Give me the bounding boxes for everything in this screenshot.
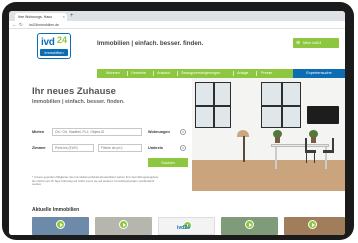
- room-table: [271, 144, 329, 147]
- browser-window: Ihre Wohnungs- Haus × + ← ↻ ivd24immobil…: [9, 11, 345, 235]
- room-chair: [305, 138, 307, 150]
- hero-title: Ihr neues Zuhause: [32, 86, 116, 97]
- listings-section: Aktuelle Immobilien ivd24: [9, 191, 345, 235]
- room-window: [261, 82, 301, 128]
- member-login-button[interactable]: ⊕ Mein ivd24: [293, 38, 339, 48]
- chair-leg: [306, 153, 307, 163]
- reload-icon[interactable]: ↻: [19, 21, 23, 29]
- nav-item-presse[interactable]: Presse: [261, 69, 272, 78]
- nav-divider: [233, 71, 234, 76]
- umkreis-label: Umkreis: [148, 146, 163, 150]
- new-tab-button[interactable]: +: [70, 12, 74, 20]
- url-field[interactable]: ivd24immobilien.de: [29, 22, 59, 28]
- location-input[interactable]: Ort / Ort, Stadtteil, PLZ, Objekt-ID: [52, 128, 142, 136]
- search-panel: Ihr neues Zuhause Immobilien | einfach. …: [9, 78, 192, 191]
- price-input[interactable]: Preis bis (EUR): [52, 144, 94, 152]
- member-login-label: Mein ivd24: [303, 41, 322, 45]
- plant-pot: [275, 137, 280, 143]
- chair-leg: [314, 153, 315, 163]
- room-floor: [177, 160, 345, 191]
- ivd24-logo[interactable]: ivd 24 immobilien: [37, 33, 71, 59]
- listing-thumbnail[interactable]: [284, 217, 345, 235]
- nav-bar-green: Wohnen Gewerbe Ausland Zwangsversteigeru…: [97, 69, 293, 78]
- hero-section: Ihr neues Zuhause Immobilien | einfach. …: [9, 78, 345, 191]
- browser-tab[interactable]: Ihre Wohnungs- Haus ×: [15, 13, 67, 21]
- search-disclaimer: * Unsere geprüften Mitglieder des Immobi…: [32, 175, 159, 186]
- expert-search-button[interactable]: Expertensuche: [293, 69, 345, 78]
- listing-thumbnail[interactable]: ivd24: [158, 217, 215, 235]
- nav-divider: [256, 71, 257, 76]
- nav-divider: [177, 71, 178, 76]
- site-tagline: Immobilien | einfach. besser. finden.: [97, 40, 204, 47]
- hero-subtitle: Immobilien | einfach. besser. finden.: [32, 99, 125, 105]
- nav-item-ausland[interactable]: Ausland: [157, 69, 170, 78]
- listing-thumbnail[interactable]: [32, 217, 89, 235]
- main-nav: Wohnen Gewerbe Ausland Zwangsversteigeru…: [9, 69, 345, 78]
- table-leg: [275, 147, 277, 169]
- logo-number: 24: [57, 35, 68, 45]
- play-icon[interactable]: [308, 220, 317, 229]
- area-input[interactable]: Fläche ab (m²): [98, 144, 142, 152]
- tablet-frame: Ihre Wohnungs- Haus × + ← ↻ ivd24immobil…: [2, 2, 354, 240]
- listing-thumbnail[interactable]: [95, 217, 152, 235]
- rooms-stepper[interactable]: ±: [180, 129, 186, 135]
- site-header: ivd 24 immobilien Immobilien | einfach. …: [9, 29, 345, 69]
- listings-title: Aktuelle Immobilien: [32, 207, 80, 213]
- plus-circle-icon: ⊕: [296, 40, 301, 46]
- room-chair: [332, 138, 334, 150]
- search-submit-button[interactable]: Suchen: [148, 158, 188, 167]
- back-arrow-icon[interactable]: ←: [12, 21, 17, 29]
- address-bar: ← ↻ ivd24immobilien.de: [9, 21, 345, 29]
- nav-item-wohnen[interactable]: Wohnen: [106, 69, 120, 78]
- room-tv: [307, 106, 339, 124]
- listing-thumbnail[interactable]: [221, 217, 278, 235]
- listing-logo: ivd24: [177, 225, 190, 231]
- nav-divider: [153, 71, 154, 76]
- zimmer-label: Zimmer: [32, 146, 46, 150]
- room-window: [195, 82, 231, 128]
- mieten-label: Mieten: [32, 130, 45, 134]
- logo-subtitle: immobilien: [40, 49, 68, 56]
- room-chair: [323, 150, 334, 153]
- play-icon[interactable]: [56, 220, 65, 229]
- nav-item-zwangsversteigerungen[interactable]: Zwangsversteigerungen: [181, 69, 220, 78]
- tab-close-icon[interactable]: ×: [63, 13, 65, 21]
- nav-item-anlage[interactable]: Anlage: [237, 69, 248, 78]
- plant-pot: [311, 137, 316, 143]
- tab-bar: Ihre Wohnungs- Haus × +: [9, 11, 345, 21]
- play-icon[interactable]: [119, 220, 128, 229]
- play-icon[interactable]: [245, 220, 254, 229]
- umkreis-stepper[interactable]: ±: [180, 145, 186, 151]
- nav-item-gewerbe[interactable]: Gewerbe: [131, 69, 146, 78]
- nav-divider: [127, 71, 128, 76]
- room-lamp-stand: [243, 136, 245, 162]
- rooms-label: Wohnungen: [148, 130, 170, 134]
- logo-text: ivd: [41, 37, 55, 48]
- tab-title: Ihre Wohnungs- Haus: [18, 15, 52, 19]
